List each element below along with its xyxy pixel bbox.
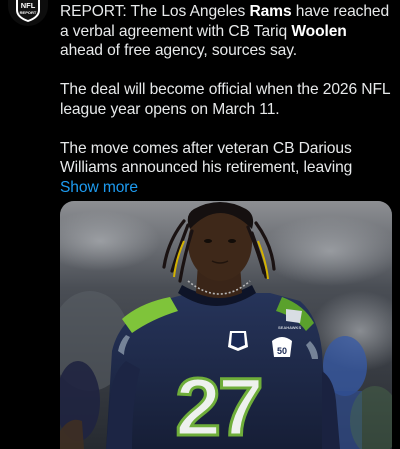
text-segment: The move comes after veteran CB Darious … [60, 139, 353, 177]
bold-player-name: Woolen [291, 22, 347, 40]
logo-text-bottom: REPORT [20, 10, 37, 15]
tweet-paragraph-2: The deal will become official when the 2… [60, 81, 390, 118]
text-segment: REPORT: The Los Angeles [60, 3, 250, 20]
bold-team-name: Rams [249, 3, 292, 20]
show-more-link[interactable]: Show more [60, 179, 138, 196]
tweet-text: REPORT: The Los Angeles Rams have reache… [60, 2, 392, 197]
jersey-brand-text: SEAHAWKS [278, 325, 301, 330]
player-photo: SEAHAWKS 50 27 [60, 201, 392, 449]
tweet-paragraph-1: REPORT: The Los Angeles Rams have reache… [60, 2, 392, 61]
logo-text-top: NFL [21, 1, 36, 10]
tweet-paragraph-3: The move comes after veteran CB Darious … [60, 139, 392, 198]
nfl-report-logo-icon: NFL REPORT [16, 0, 40, 22]
text-segment: ahead of free agency, sources say. [60, 42, 298, 59]
jersey-patch-number: 50 [277, 346, 287, 356]
jersey-number: 27 [175, 362, 260, 449]
account-avatar[interactable]: NFL REPORT [8, 0, 48, 26]
tweet-media-photo[interactable]: SEAHAWKS 50 27 [60, 201, 392, 449]
